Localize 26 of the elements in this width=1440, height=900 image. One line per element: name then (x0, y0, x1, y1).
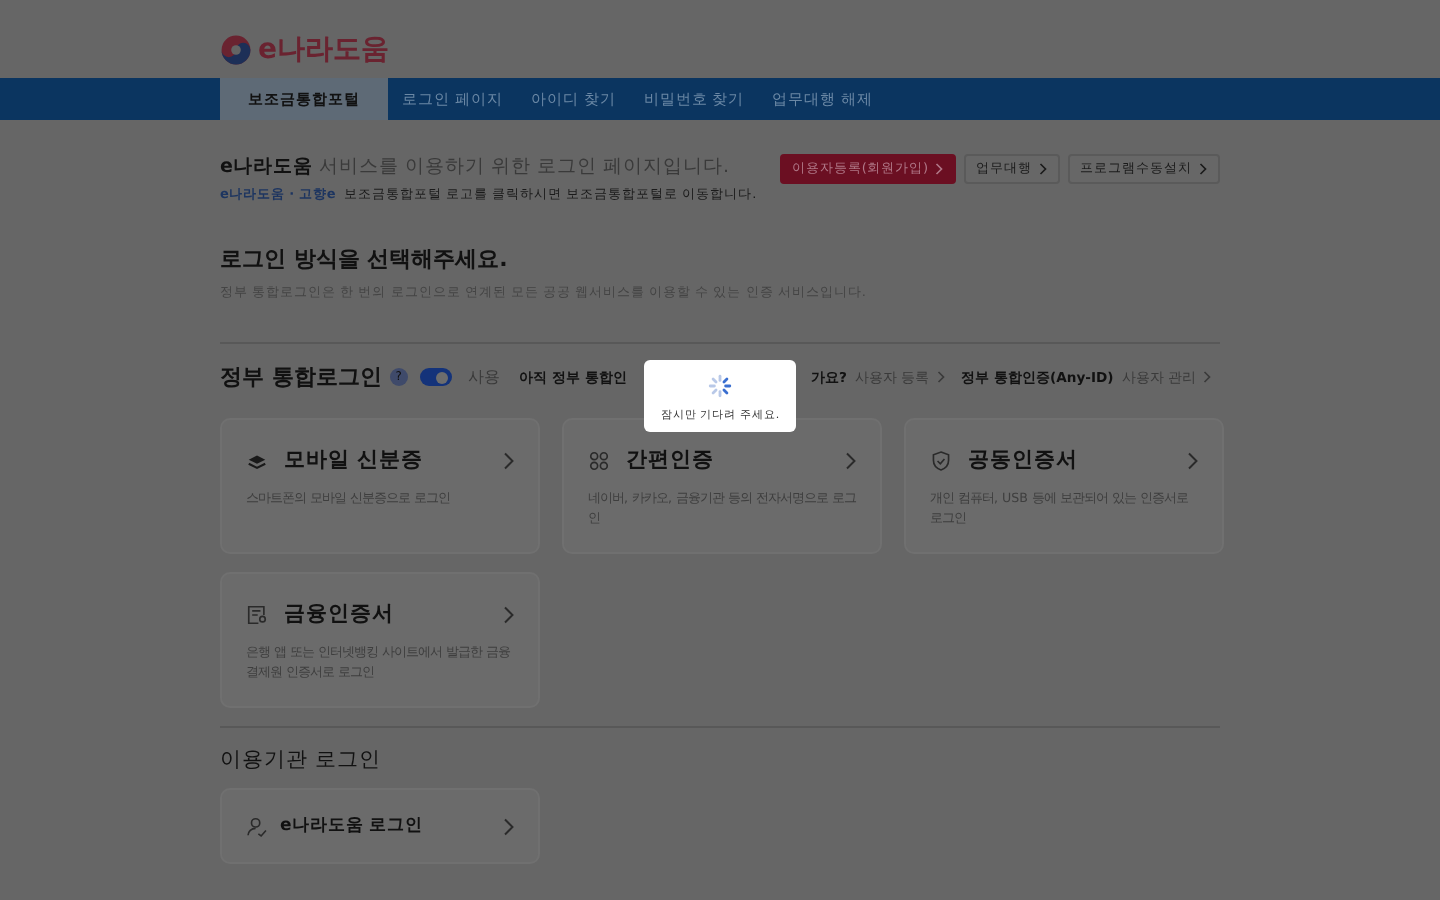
agency-login-button[interactable]: e나라도움 로그인 (220, 788, 540, 864)
chevron-right-icon (1038, 162, 1048, 176)
chevron-right-icon (502, 451, 514, 469)
toggle-switch[interactable] (419, 368, 452, 386)
chevron-right-icon (1202, 370, 1212, 384)
user-icon (246, 815, 268, 837)
shield-icon (930, 449, 952, 471)
certificate-icon (246, 603, 268, 625)
card-title: 금융인증서 (284, 600, 396, 628)
agency-login-title: 이용기관 로그인 (220, 746, 383, 774)
spinner-icon (706, 371, 734, 399)
section-title: 로그인 방식을 선택해주세요. (220, 244, 510, 274)
logo-emblem-icon (220, 34, 252, 66)
card-title: 공동인증서 (968, 446, 1080, 474)
card-title: 간편인증 (626, 446, 716, 474)
chevron-right-icon (502, 605, 514, 623)
card-title: 모바일 신분증 (284, 446, 426, 474)
chevron-right-icon (934, 162, 944, 176)
chevron-right-icon (1198, 162, 1208, 176)
chevron-right-icon (502, 817, 514, 835)
chevron-right-icon (935, 370, 946, 384)
site-logo[interactable]: e나라도움 (258, 32, 389, 68)
chevron-right-icon (844, 451, 856, 469)
chevron-right-icon (1186, 451, 1198, 469)
gov-login-title: 정부 통합로그인 (220, 362, 382, 392)
rings-icon (588, 449, 610, 471)
